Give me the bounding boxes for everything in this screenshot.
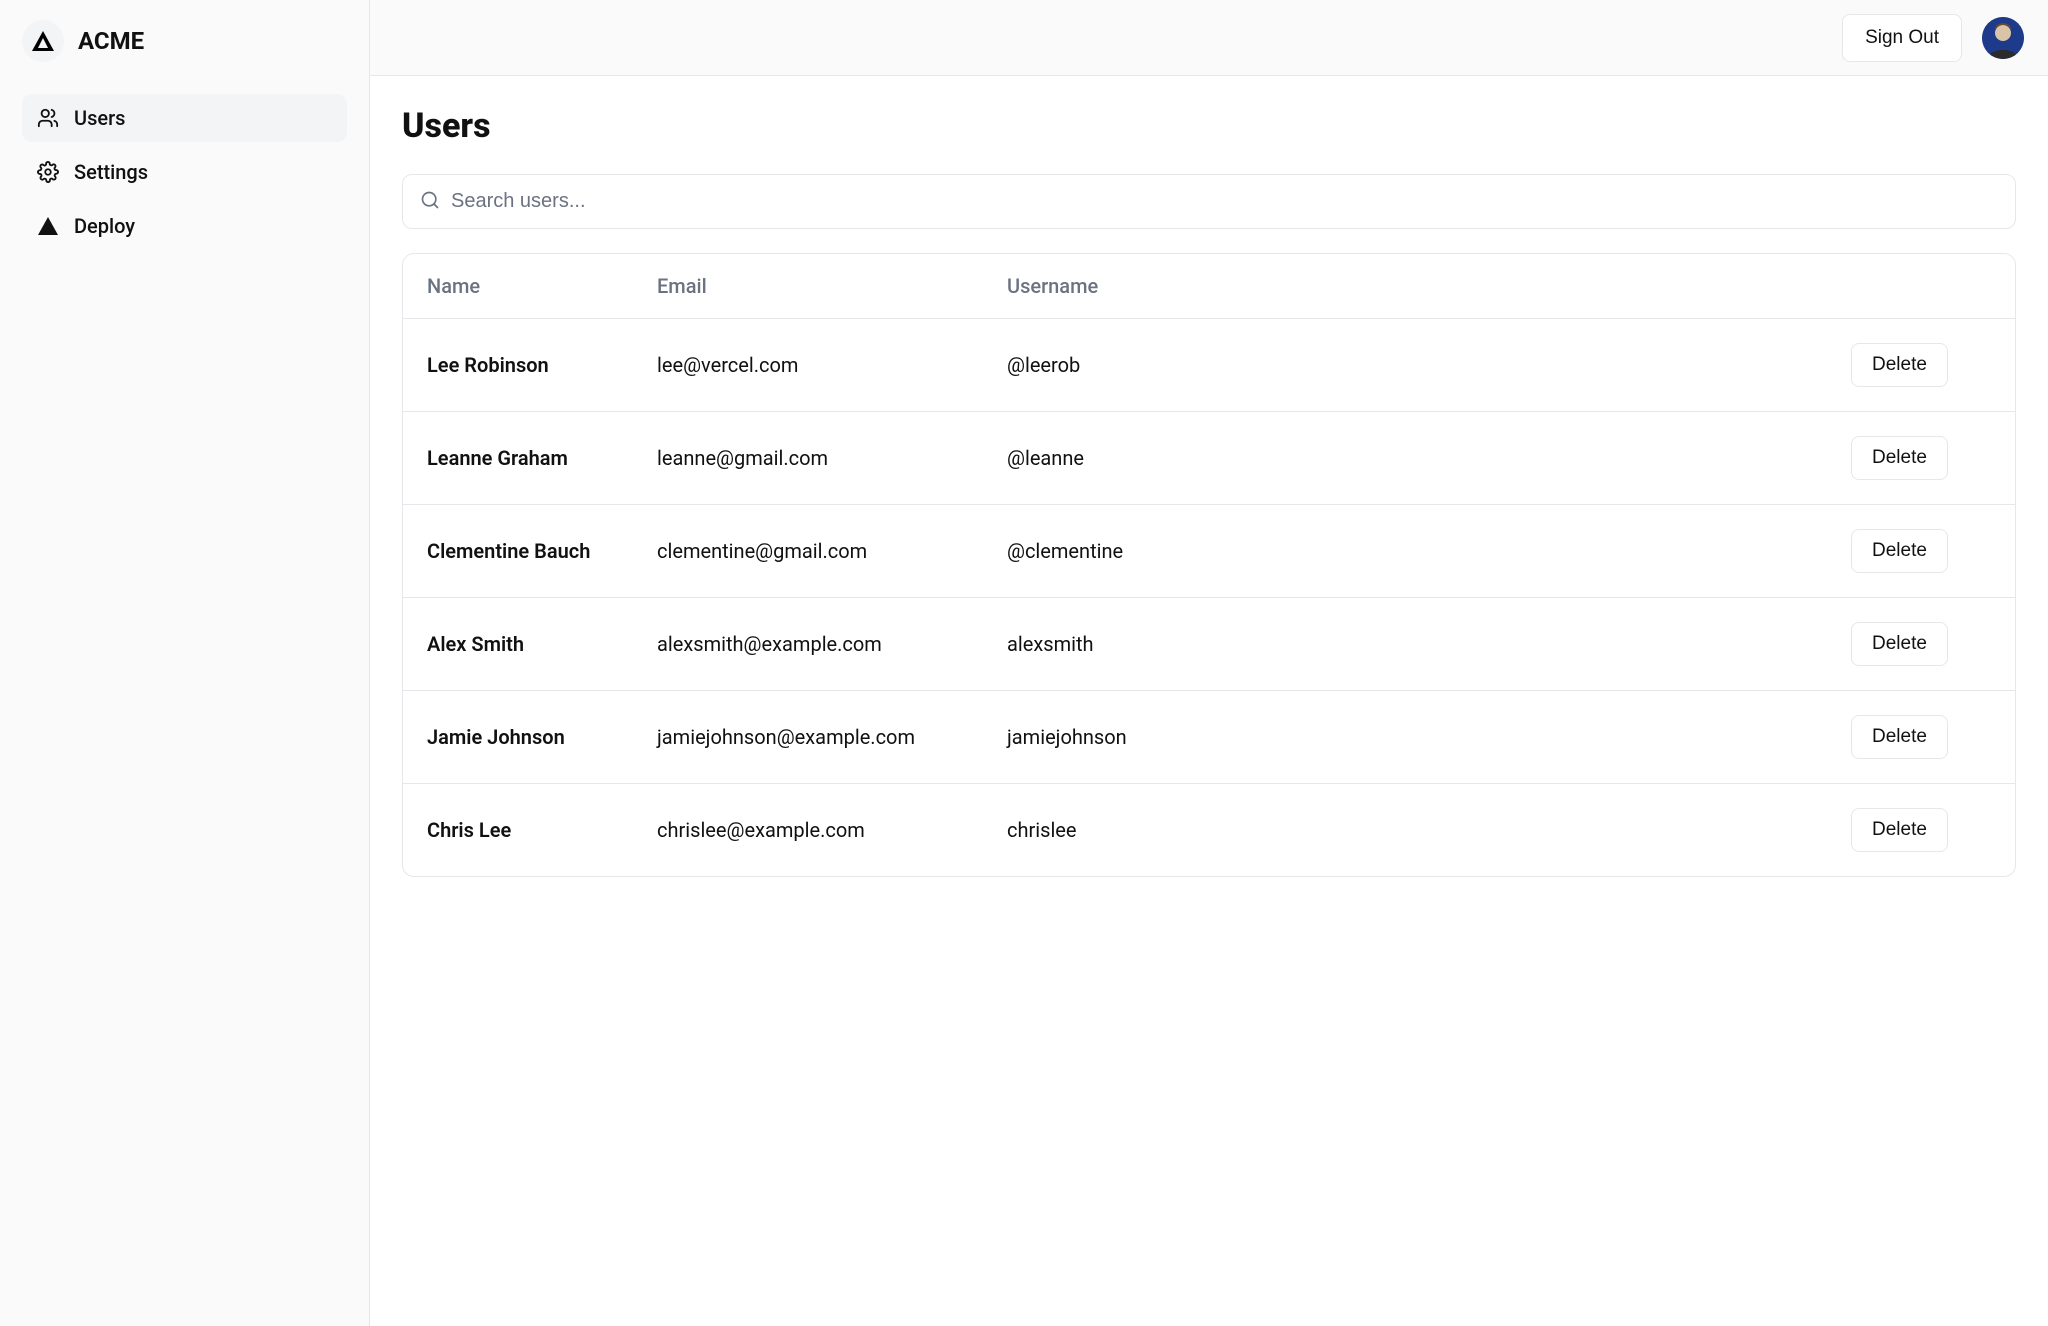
brand-row: ACME — [22, 20, 347, 62]
cell-name: Alex Smith — [427, 632, 657, 656]
col-email: Email — [657, 274, 1007, 298]
logo-circle — [22, 20, 64, 62]
delete-button[interactable]: Delete — [1851, 436, 1948, 480]
content: Users Name Email Username Lee Robin — [370, 76, 2048, 1326]
cell-email: lee@vercel.com — [657, 353, 1007, 377]
sidebar-item-deploy[interactable]: Deploy — [22, 202, 347, 250]
search-input[interactable] — [402, 174, 2016, 229]
sidebar-item-label: Users — [74, 106, 125, 130]
table-row: Jamie Johnsonjamiejohnson@example.comjam… — [403, 691, 2015, 784]
cell-email: leanne@gmail.com — [657, 446, 1007, 470]
cell-username: @leanne — [1007, 446, 1851, 470]
cell-name: Clementine Bauch — [427, 539, 657, 563]
cell-email: jamiejohnson@example.com — [657, 725, 1007, 749]
table-row: Leanne Grahamleanne@gmail.com@leanneDele… — [403, 412, 2015, 505]
page-title: Users — [402, 106, 2016, 146]
sidebar-nav: Users Settings Deploy — [22, 94, 347, 250]
delete-button[interactable]: Delete — [1851, 808, 1948, 852]
table-header: Name Email Username — [403, 254, 2015, 319]
sidebar-item-settings[interactable]: Settings — [22, 148, 347, 196]
signout-button[interactable]: Sign Out — [1842, 14, 1962, 62]
col-name: Name — [427, 274, 657, 298]
delete-button[interactable]: Delete — [1851, 343, 1948, 387]
logo-icon — [32, 31, 54, 51]
table-row: Lee Robinsonlee@vercel.com@leerobDelete — [403, 319, 2015, 412]
search-icon — [420, 190, 440, 214]
cell-name: Lee Robinson — [427, 353, 657, 377]
cell-username: @leerob — [1007, 353, 1851, 377]
sidebar: ACME Users — [0, 0, 370, 1326]
cell-username: chrislee — [1007, 818, 1851, 842]
avatar[interactable] — [1982, 17, 2024, 59]
cell-actions: Delete — [1851, 529, 1991, 573]
cell-name: Jamie Johnson — [427, 725, 657, 749]
topbar: Sign Out — [370, 0, 2048, 76]
table-body: Lee Robinsonlee@vercel.com@leerobDeleteL… — [403, 319, 2015, 876]
cell-actions: Delete — [1851, 808, 1991, 852]
brand-name: ACME — [78, 27, 144, 55]
search-wrap — [402, 174, 2016, 229]
sidebar-item-label: Deploy — [74, 214, 135, 238]
cell-actions: Delete — [1851, 622, 1991, 666]
cell-actions: Delete — [1851, 343, 1991, 387]
cell-actions: Delete — [1851, 715, 1991, 759]
delete-button[interactable]: Delete — [1851, 715, 1948, 759]
cell-name: Chris Lee — [427, 818, 657, 842]
cell-email: alexsmith@example.com — [657, 632, 1007, 656]
sidebar-item-label: Settings — [74, 160, 148, 184]
cell-username: @clementine — [1007, 539, 1851, 563]
col-actions — [1851, 274, 1991, 298]
cell-name: Leanne Graham — [427, 446, 657, 470]
triangle-icon — [36, 214, 60, 238]
gear-icon — [36, 160, 60, 184]
main: Sign Out Users — [370, 0, 2048, 1326]
cell-email: chrislee@example.com — [657, 818, 1007, 842]
cell-actions: Delete — [1851, 436, 1991, 480]
users-table: Name Email Username Lee Robinsonlee@verc… — [402, 253, 2016, 877]
cell-username: jamiejohnson — [1007, 725, 1851, 749]
table-row: Chris Leechrislee@example.comchrisleeDel… — [403, 784, 2015, 876]
cell-username: alexsmith — [1007, 632, 1851, 656]
cell-email: clementine@gmail.com — [657, 539, 1007, 563]
delete-button[interactable]: Delete — [1851, 622, 1948, 666]
sidebar-item-users[interactable]: Users — [22, 94, 347, 142]
col-username: Username — [1007, 274, 1851, 298]
users-icon — [36, 106, 60, 130]
table-row: Clementine Bauchclementine@gmail.com@cle… — [403, 505, 2015, 598]
table-row: Alex Smithalexsmith@example.comalexsmith… — [403, 598, 2015, 691]
delete-button[interactable]: Delete — [1851, 529, 1948, 573]
